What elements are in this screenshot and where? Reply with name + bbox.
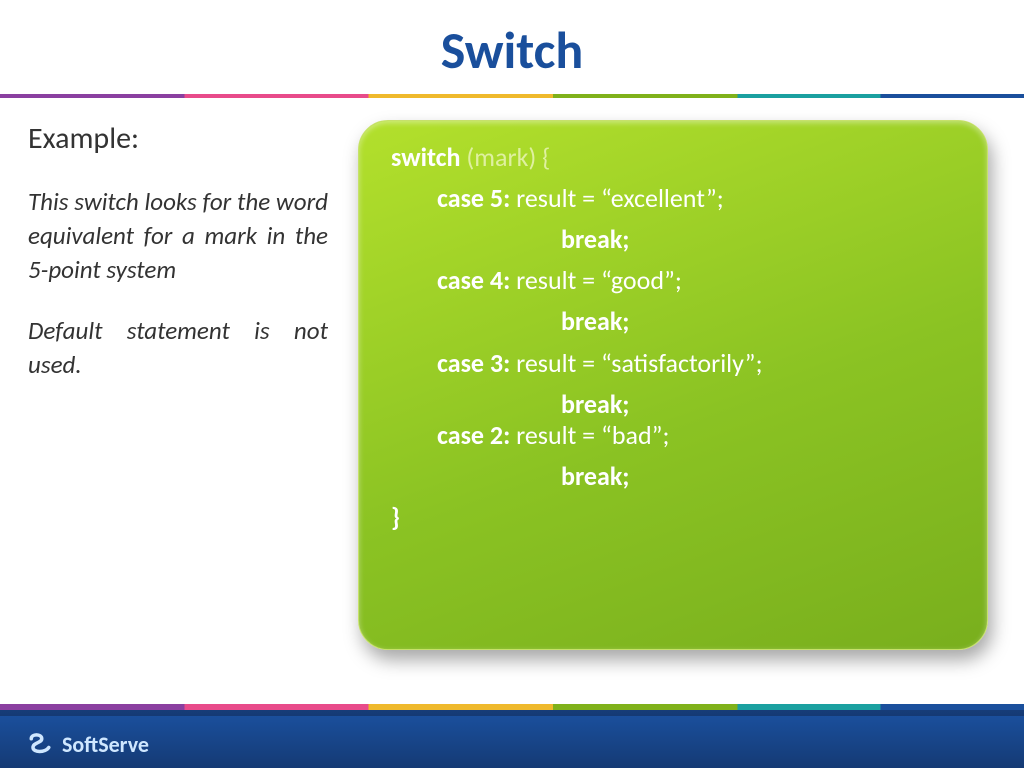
footer-bar xyxy=(0,710,1024,768)
example-label: Example: xyxy=(28,120,328,157)
logo-mark-icon xyxy=(26,730,54,758)
code-line-end: } xyxy=(391,503,959,532)
switch-param: mark xyxy=(474,141,528,173)
brand-name: SoftServe xyxy=(62,731,149,758)
brace-close: } xyxy=(391,501,400,533)
description-paragraph-2: Default statement is not used. xyxy=(28,314,328,382)
case2-body: result = “bad”; xyxy=(510,419,669,451)
description-paragraph-1: This switch looks for the word equivalen… xyxy=(28,185,328,286)
code-line-break3: break; xyxy=(391,390,959,419)
kw-break5: break; xyxy=(561,223,629,255)
page-title: Switch xyxy=(0,18,1024,82)
code-line-break5: break; xyxy=(391,225,959,254)
kw-case2: case 2: xyxy=(437,419,510,451)
code-line-break2: break; xyxy=(391,462,959,491)
kw-switch: switch xyxy=(391,141,466,173)
code-card: switch (mark) { case 5: result = “excell… xyxy=(358,120,988,650)
kw-break2: break; xyxy=(561,460,629,492)
code-line-break4: break; xyxy=(391,307,959,336)
left-column: Example: This switch looks for the word … xyxy=(28,120,328,768)
brand-logo: SoftServe xyxy=(26,730,149,758)
case3-body: result = “satisfactorily”; xyxy=(510,347,762,379)
title-area: Switch xyxy=(0,0,1024,94)
content-area: Example: This switch looks for the word … xyxy=(0,98,1024,768)
code-line-case5: case 5: result = “excellent”; xyxy=(391,184,959,213)
code-line-case2: case 2: result = “bad”; xyxy=(391,421,959,450)
kw-case3: case 3: xyxy=(437,347,510,379)
code-line-case3: case 3: result = “satisfactorily”; xyxy=(391,349,959,378)
kw-break3: break; xyxy=(561,388,629,420)
code-line-case4: case 4: result = “good”; xyxy=(391,266,959,295)
case5-body: result = “excellent”; xyxy=(510,182,723,214)
kw-case4: case 4: xyxy=(437,264,510,296)
kw-break4: break; xyxy=(561,305,629,337)
kw-case5: case 5: xyxy=(437,182,510,214)
case4-body: result = “good”; xyxy=(510,264,682,296)
paren-close-brace: ) { xyxy=(528,141,550,173)
code-line-switch: switch (mark) { xyxy=(391,143,959,172)
slide: Switch Example: This switch looks for th… xyxy=(0,0,1024,768)
